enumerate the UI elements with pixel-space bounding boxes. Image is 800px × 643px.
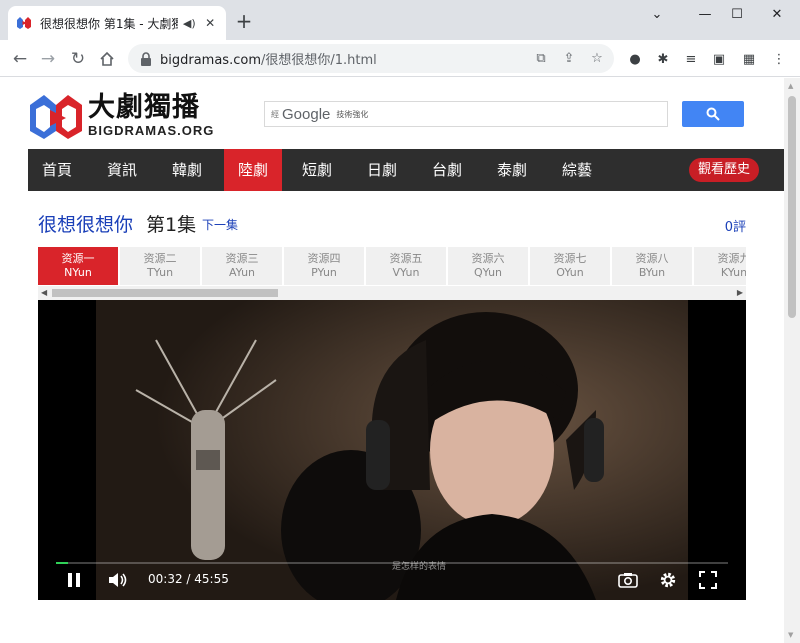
star-icon[interactable]: ☆ [588, 51, 606, 67]
nav-item-taiwan[interactable]: 台劇 [418, 149, 476, 191]
nav-item-home[interactable]: 首頁 [28, 149, 86, 191]
puzzle-icon[interactable]: ✱ [654, 52, 672, 68]
source-tabs-scrollbar[interactable]: ◀ ▶ [38, 286, 746, 300]
search-suffix: 技術強化 [336, 109, 369, 119]
scroll-left-icon[interactable]: ◀ [41, 288, 47, 297]
nav-item-mainland[interactable]: 陸劇 [224, 149, 282, 191]
nav-item-japanese[interactable]: 日劇 [353, 149, 411, 191]
nav-item-short[interactable]: 短劇 [288, 149, 346, 191]
settings-icon[interactable] [656, 568, 680, 592]
browser-toolbar: ← → ↻ bigdramas.com/很想很想你/1.html ⧉ ⇪ ☆ ●… [0, 40, 800, 77]
video-player[interactable]: 是怎样的表情 00:32 / 45:55 [38, 300, 746, 600]
scroll-down-icon[interactable]: ▼ [788, 631, 793, 639]
minimize-icon[interactable]: — [690, 4, 720, 26]
page-scrollbar[interactable]: ▲ ▼ [784, 78, 800, 643]
translate-icon[interactable]: ⧉ [532, 51, 550, 67]
logo-chinese-text: 大劇獨播 [88, 91, 200, 123]
search-brand: Google [282, 105, 331, 123]
scroll-up-icon[interactable]: ▲ [788, 82, 793, 90]
tab-search-icon[interactable]: ⌄ [642, 4, 672, 26]
maximize-icon[interactable]: ☐ [722, 4, 752, 26]
source-tab-4[interactable]: 资源四 PYun [284, 247, 364, 285]
reload-icon[interactable]: ↻ [66, 47, 90, 71]
new-tab-icon[interactable]: + [233, 10, 255, 32]
nav-item-korean[interactable]: 韓劇 [158, 149, 216, 191]
source-tab-6[interactable]: 资源六 QYun [448, 247, 528, 285]
source-tab-9[interactable]: 资源九 KYun [694, 247, 746, 285]
site-favicon-icon [16, 15, 32, 31]
search-icon [706, 107, 720, 121]
nav-item-thai[interactable]: 泰劇 [483, 149, 541, 191]
lock-icon[interactable] [140, 51, 152, 66]
forward-icon[interactable]: → [36, 47, 60, 71]
fullscreen-icon[interactable] [696, 568, 720, 592]
site-search-input[interactable]: 經 Google 技術強化 [264, 101, 668, 127]
screenshot-icon[interactable] [616, 568, 640, 592]
source-tab-1[interactable]: 资源一 NYun [38, 247, 118, 285]
source-tab-3[interactable]: 资源三 AYun [202, 247, 282, 285]
scroll-right-icon[interactable]: ▶ [737, 288, 743, 297]
browser-tab[interactable]: 很想很想你 第1集 - 大劇獨播 ◀) ✕ [8, 6, 226, 40]
sidepanel-icon[interactable]: ▣ [710, 52, 728, 68]
main-navbar: 首頁 資訊 韓劇 陸劇 短劇 日劇 台劇 泰劇 綜藝 觀看歷史 [28, 149, 784, 191]
back-icon[interactable]: ← [8, 47, 32, 71]
drama-title[interactable]: 很想很想你 [38, 210, 133, 237]
tab-title: 很想很想你 第1集 - 大劇獨播 [40, 16, 179, 31]
menu-icon[interactable]: ⋮ [770, 52, 788, 68]
source-tab-7[interactable]: 资源七 OYun [530, 247, 610, 285]
media-icon[interactable]: ≡ [682, 52, 700, 68]
url-text: bigdramas.com/很想很想你/1.html [160, 53, 377, 68]
source-tabs: 资源一 NYun 资源二 TYun 资源三 AYun 资源四 PYun 资源五 VYun … [38, 247, 746, 287]
source-tab-8[interactable]: 资源八 BYun [612, 247, 692, 285]
comment-count-link[interactable]: 0評 [725, 216, 746, 235]
episode-title: 第1集 [146, 214, 197, 236]
source-tab-5[interactable]: 资源五 VYun [366, 247, 446, 285]
site-logo[interactable]: 大劇獨播 BIGDRAMAS.ORG [26, 85, 226, 145]
logo-english-text: BIGDRAMAS.ORG [88, 122, 215, 138]
extension-icon[interactable]: ● [626, 52, 644, 68]
web-page: 大劇獨播 BIGDRAMAS.ORG 經 Google 技術強化 首頁 資訊 韓… [0, 78, 784, 643]
logo-mark-icon [30, 95, 82, 139]
search-button[interactable] [682, 101, 744, 127]
browser-tabstrip: 很想很想你 第1集 - 大劇獨播 ◀) ✕ + ⌄ — ☐ ✕ [0, 0, 800, 40]
nav-item-variety[interactable]: 綜藝 [548, 149, 606, 191]
volume-icon[interactable] [106, 568, 130, 592]
home-icon[interactable] [95, 47, 119, 71]
nav-item-news[interactable]: 資訊 [93, 149, 151, 191]
share-icon[interactable]: ⇪ [560, 51, 578, 67]
watch-history-button[interactable]: 觀看歷史 [689, 158, 759, 182]
address-bar[interactable]: bigdramas.com/很想很想你/1.html ⧉ ⇪ ☆ [128, 44, 614, 73]
source-scroll-thumb[interactable] [52, 289, 278, 297]
source-tab-2[interactable]: 资源二 TYun [120, 247, 200, 285]
next-episode-link[interactable]: 下一集 [202, 216, 238, 233]
search-prefix: 經 [271, 109, 279, 119]
video-subtitle: 是怎样的表情 [392, 562, 447, 572]
playback-time: 00:32 / 45:55 [148, 572, 229, 586]
tab-close-icon[interactable]: ✕ [202, 16, 218, 30]
progress-fill [56, 562, 68, 564]
episode-header: 很想很想你 第1集 下一集 0評 [38, 210, 746, 240]
progress-bar[interactable] [56, 562, 728, 564]
avatar-icon[interactable]: ▦ [740, 52, 758, 68]
close-window-icon[interactable]: ✕ [762, 4, 792, 26]
page-scroll-thumb[interactable] [788, 96, 796, 318]
video-frame[interactable] [96, 300, 688, 600]
tab-audio-icon[interactable]: ◀) [182, 17, 196, 30]
play-pause-icon[interactable] [62, 568, 86, 592]
